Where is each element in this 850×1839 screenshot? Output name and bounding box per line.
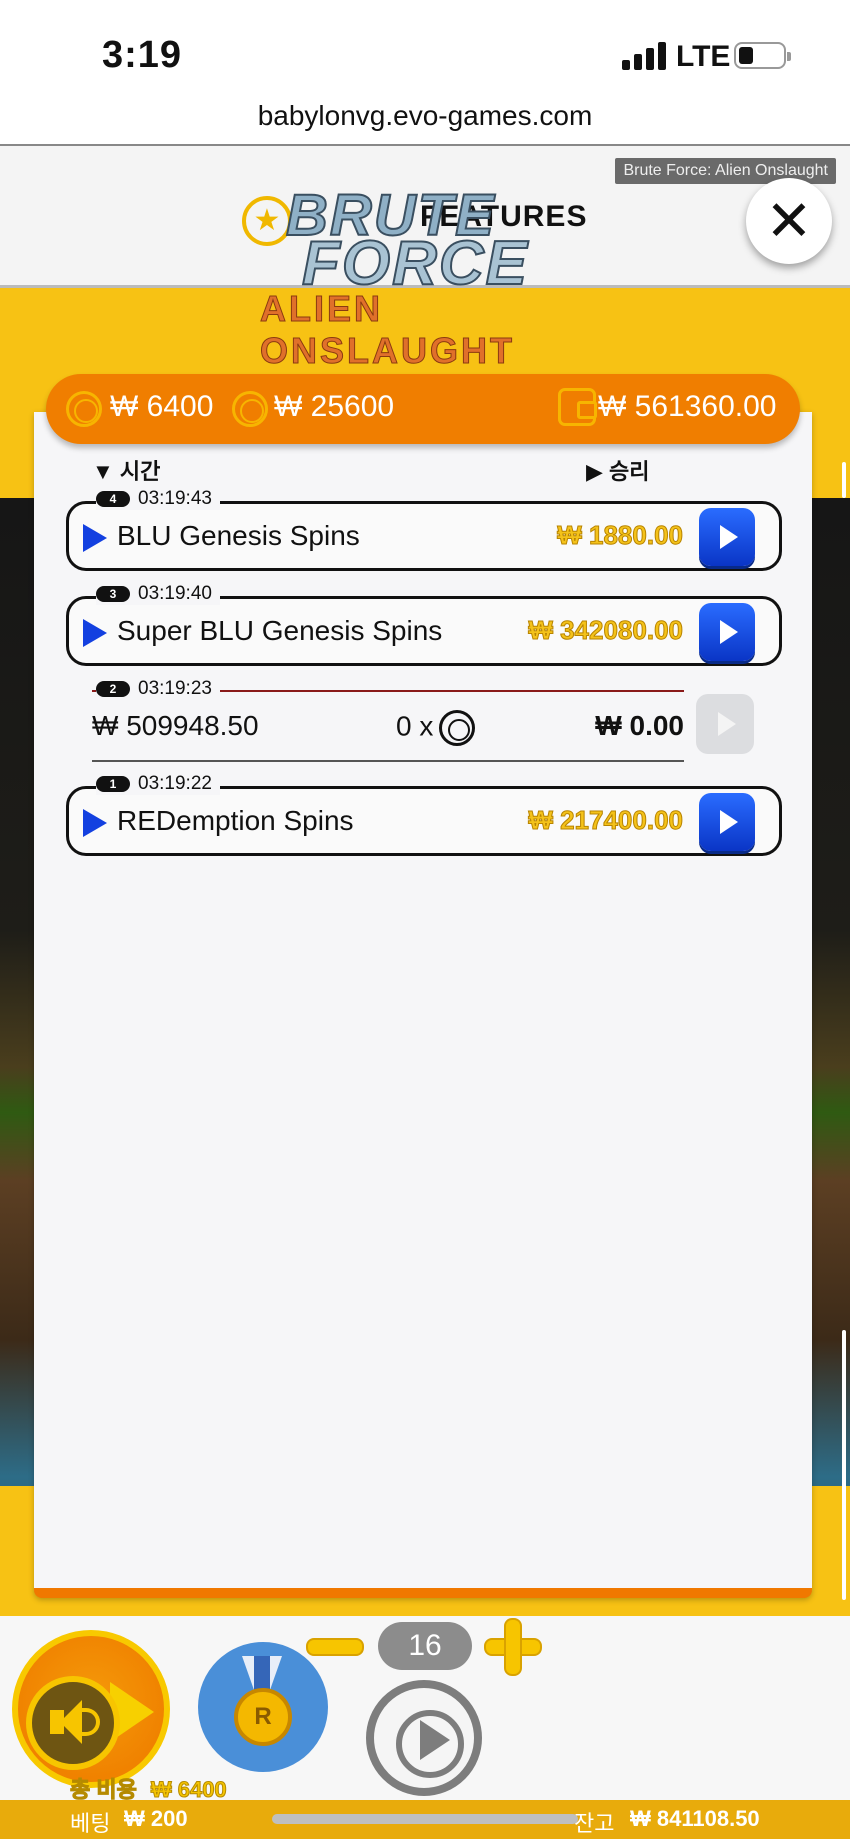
feature-name: REDemption Spins xyxy=(117,805,354,836)
entry-time: 03:19:22 xyxy=(138,773,212,794)
history-row[interactable]: REDemption Spins ₩ 217400.00 xyxy=(66,786,782,856)
entry-time: 03:19:43 xyxy=(138,488,212,509)
balance-value: ₩ 841108.50 xyxy=(630,1806,760,1831)
multiplier: 0 x xyxy=(396,710,476,746)
entry-header: 2 03:19:23 xyxy=(96,678,220,700)
win-header-label: 승리 xyxy=(609,459,650,484)
win-amount: ₩ 0.00 xyxy=(595,710,684,741)
entry-badge: 3 xyxy=(96,586,130,602)
cost-bar: ₩ 6400 ₩ 25600 ₩ 561360.00 xyxy=(46,374,800,444)
url-bar[interactable]: babylonvg.evo-games.com xyxy=(0,96,850,146)
play-icon xyxy=(83,524,107,552)
bet-amount: ₩ 509948.50 xyxy=(92,710,259,741)
feature-name: Super BLU Genesis Spins xyxy=(117,615,443,646)
status-bar: 3:19 LTE xyxy=(0,0,850,100)
scrollbar[interactable] xyxy=(842,462,846,498)
entry-badge: 1 xyxy=(96,776,130,792)
medal-icon: R xyxy=(234,1688,292,1746)
battery-icon xyxy=(734,42,791,69)
coin-icon xyxy=(232,391,268,427)
network-label: LTE xyxy=(676,40,731,73)
game-logo: BRUTE FORCE ALIEN ONSLAUGHT xyxy=(250,182,610,372)
play-button[interactable] xyxy=(366,1680,482,1796)
balance-label: 잔고 xyxy=(574,1811,615,1836)
entry-header: 4 03:19:43 xyxy=(96,488,220,510)
coin-icon xyxy=(439,710,476,746)
ribbon-icon xyxy=(242,1656,282,1690)
win-amount: ₩ 342080.00 xyxy=(528,615,684,646)
bet-value: ₩ 200 xyxy=(124,1806,188,1831)
replay-button[interactable] xyxy=(699,508,755,566)
home-indicator[interactable] xyxy=(272,1814,578,1824)
history-row[interactable]: Super BLU Genesis Spins ₩ 342080.00 xyxy=(66,596,782,666)
cost-balance: ₩ 561360.00 xyxy=(598,390,777,423)
feature-name: BLU Genesis Spins xyxy=(117,520,360,551)
cost-2: ₩ 25600 xyxy=(274,390,395,423)
play-icon xyxy=(83,809,107,837)
wallet-icon xyxy=(558,388,597,426)
signal-icon xyxy=(622,40,668,70)
medal-button[interactable]: R xyxy=(198,1642,328,1772)
autoplay-counter: 16 xyxy=(378,1622,472,1670)
increase-button-vertical[interactable] xyxy=(504,1618,522,1676)
cost-1: ₩ 6400 xyxy=(110,390,214,423)
history-row[interactable]: BLU Genesis Spins ₩ 1880.00 xyxy=(66,501,782,571)
decrease-button[interactable] xyxy=(306,1638,364,1656)
url-text: babylonvg.evo-games.com xyxy=(257,100,593,131)
close-button[interactable]: ✕ xyxy=(746,178,832,264)
entry-header: 1 03:19:22 xyxy=(96,773,220,795)
entry-badge: 4 xyxy=(96,491,130,507)
win-amount: ₩ 217400.00 xyxy=(528,805,684,836)
sound-button[interactable] xyxy=(26,1676,120,1770)
play-icon xyxy=(83,619,107,647)
status-time: 3:19 xyxy=(102,34,183,76)
total-bet-label: 총 비용 xyxy=(70,1777,138,1803)
sort-win-header[interactable]: ▶ 승리 xyxy=(586,454,650,486)
multiplier-text: 0 x xyxy=(396,710,434,742)
scrollbar[interactable] xyxy=(842,1330,846,1600)
entry-time: 03:19:40 xyxy=(138,583,212,604)
entry-badge: 2 xyxy=(96,681,130,697)
total-bet-value: ₩ 6400 xyxy=(150,1777,227,1803)
entry-header: 3 03:19:40 xyxy=(96,583,220,605)
replay-button-disabled xyxy=(696,694,754,754)
coin-icon xyxy=(66,391,102,427)
entry-time: 03:19:23 xyxy=(138,678,212,699)
sort-time-header[interactable]: ▼ 시간 xyxy=(92,454,160,486)
replay-button[interactable] xyxy=(699,793,755,851)
bet-label: 베팅 xyxy=(70,1811,111,1836)
history-row-plain: ₩ 509948.50 0 x ₩ 0.00 xyxy=(92,690,684,762)
logo-line-3: ALIEN ONSLAUGHT xyxy=(260,288,515,372)
time-header-label: 시간 xyxy=(119,459,161,484)
replay-button[interactable] xyxy=(699,603,755,661)
win-amount: ₩ 1880.00 xyxy=(557,520,684,551)
